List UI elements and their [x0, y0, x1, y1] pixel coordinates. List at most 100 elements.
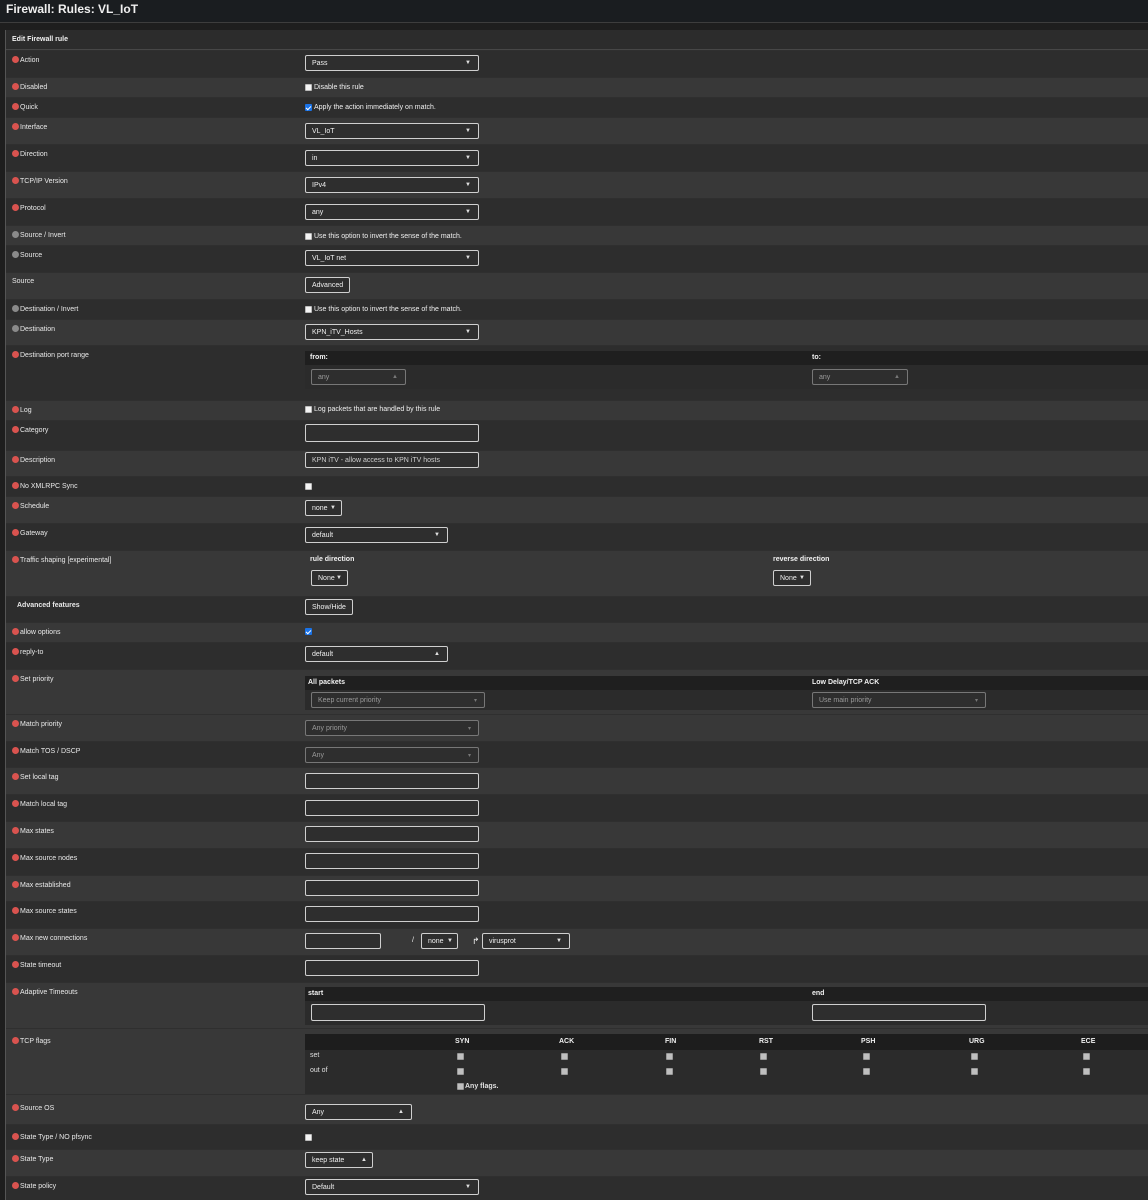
info-icon[interactable]	[12, 800, 19, 807]
flag-checkbox[interactable]	[457, 1068, 464, 1075]
info-icon[interactable]	[12, 988, 19, 995]
info-icon[interactable]	[12, 675, 19, 682]
flag-checkbox[interactable]	[760, 1053, 767, 1060]
no-xmlrpc-checkbox[interactable]	[305, 483, 312, 490]
flag-checkbox[interactable]	[971, 1053, 978, 1060]
info-icon[interactable]	[12, 556, 19, 563]
info-icon[interactable]	[12, 177, 19, 184]
info-icon[interactable]	[12, 907, 19, 914]
direction-select[interactable]: in ▼	[305, 150, 479, 166]
flag-checkbox[interactable]	[666, 1053, 673, 1060]
info-icon[interactable]	[12, 1037, 19, 1044]
nopfsync-checkbox[interactable]	[305, 1134, 312, 1141]
info-icon[interactable]	[12, 747, 19, 754]
state-policy-select[interactable]: Default ▼	[305, 1179, 479, 1195]
low-delay-select[interactable]: Use main priority ▾	[812, 692, 986, 708]
show-hide-button[interactable]: Show/Hide	[305, 599, 353, 615]
info-icon[interactable]	[12, 351, 19, 358]
reverse-direction-select[interactable]: None ▼	[773, 570, 811, 586]
info-icon[interactable]	[12, 1133, 19, 1140]
max-established-input[interactable]	[305, 880, 479, 896]
info-icon[interactable]	[12, 934, 19, 941]
quick-checkbox[interactable]	[305, 104, 312, 111]
info-icon[interactable]	[12, 56, 19, 63]
max-states-input[interactable]	[305, 826, 479, 842]
match-priority-select[interactable]: Any priority ▾	[305, 720, 479, 736]
max-src-states-input[interactable]	[305, 906, 479, 922]
source-select[interactable]: VL_IoT net ▼	[305, 250, 479, 266]
source-invert-checkbox[interactable]	[305, 233, 312, 240]
match-local-tag-input[interactable]	[305, 800, 479, 816]
action-select[interactable]: Pass ▼	[305, 55, 479, 71]
flag-checkbox[interactable]	[1083, 1053, 1090, 1060]
max-new-conn-per-select[interactable]: none ▼	[421, 933, 458, 949]
info-icon[interactable]	[12, 720, 19, 727]
info-icon[interactable]	[12, 881, 19, 888]
flag-checkbox[interactable]	[457, 1053, 464, 1060]
dest-port-to-select[interactable]: any ▲	[812, 369, 908, 385]
flag-checkbox[interactable]	[863, 1053, 870, 1060]
flag-checkbox[interactable]	[561, 1068, 568, 1075]
info-icon[interactable]	[12, 426, 19, 433]
info-icon[interactable]	[12, 325, 19, 332]
info-icon[interactable]	[12, 827, 19, 834]
tcpip-select[interactable]: IPv4 ▼	[305, 177, 479, 193]
info-icon[interactable]	[12, 961, 19, 968]
flag-checkbox[interactable]	[1083, 1068, 1090, 1075]
max-src-states-label: Max source states	[12, 907, 77, 915]
state-timeout-input[interactable]	[305, 960, 479, 976]
flag-checkbox[interactable]	[760, 1068, 767, 1075]
info-icon[interactable]	[12, 456, 19, 463]
flag-checkbox[interactable]	[863, 1068, 870, 1075]
info-icon[interactable]	[12, 103, 19, 110]
rule-direction-select[interactable]: None ▼	[311, 570, 348, 586]
info-icon[interactable]	[12, 502, 19, 509]
info-icon[interactable]	[12, 204, 19, 211]
info-icon[interactable]	[12, 773, 19, 780]
info-icon[interactable]	[12, 1155, 19, 1162]
info-icon[interactable]	[12, 1182, 19, 1189]
info-icon[interactable]	[12, 482, 19, 489]
allow-options-checkbox[interactable]	[305, 628, 312, 635]
dest-invert-checkbox[interactable]	[305, 306, 312, 313]
state-type-select[interactable]: keep state ▲	[305, 1152, 373, 1168]
interface-select[interactable]: VL_IoT ▼	[305, 123, 479, 139]
flag-checkbox[interactable]	[666, 1068, 673, 1075]
info-icon[interactable]	[12, 628, 19, 635]
all-packets-select[interactable]: Keep current priority ▾	[311, 692, 485, 708]
flag-checkbox[interactable]	[971, 1068, 978, 1075]
info-icon[interactable]	[12, 123, 19, 130]
protocol-select[interactable]: any ▼	[305, 204, 479, 220]
source-os-select[interactable]: Any ▲	[305, 1104, 412, 1120]
info-icon[interactable]	[12, 1104, 19, 1111]
info-icon[interactable]	[12, 305, 19, 312]
max-new-conn-table-select[interactable]: virusprot ▼	[482, 933, 570, 949]
max-src-nodes-input[interactable]	[305, 853, 479, 869]
info-icon[interactable]	[12, 648, 19, 655]
caret-down-icon: ▾	[467, 726, 471, 732]
info-icon[interactable]	[12, 231, 19, 238]
category-input[interactable]	[305, 424, 479, 442]
source-advanced-button[interactable]: Advanced	[305, 277, 351, 293]
any-flags-checkbox[interactable]	[457, 1083, 464, 1090]
flag-checkbox[interactable]	[561, 1053, 568, 1060]
info-icon[interactable]	[12, 150, 19, 157]
max-new-conn-input[interactable]	[305, 933, 381, 949]
gateway-select[interactable]: default ▼	[305, 527, 448, 543]
match-tos-select[interactable]: Any ▾	[305, 747, 479, 763]
reply-to-select[interactable]: default ▲	[305, 646, 448, 662]
dest-port-from-select[interactable]: any ▲	[311, 369, 406, 385]
adaptive-end-input[interactable]	[812, 1004, 986, 1021]
description-input[interactable]: KPN iTV - allow access to KPN iTV hosts	[305, 452, 479, 468]
info-icon[interactable]	[12, 83, 19, 90]
disabled-checkbox[interactable]	[305, 84, 312, 91]
info-icon[interactable]	[12, 251, 19, 258]
schedule-select[interactable]: none ▼	[305, 500, 342, 516]
adaptive-start-input[interactable]	[311, 1004, 485, 1021]
info-icon[interactable]	[12, 529, 19, 536]
info-icon[interactable]	[12, 406, 19, 413]
destination-select[interactable]: KPN_iTV_Hosts ▼	[305, 324, 479, 340]
log-checkbox[interactable]	[305, 406, 312, 413]
set-local-tag-input[interactable]	[305, 773, 479, 789]
info-icon[interactable]	[12, 854, 19, 861]
